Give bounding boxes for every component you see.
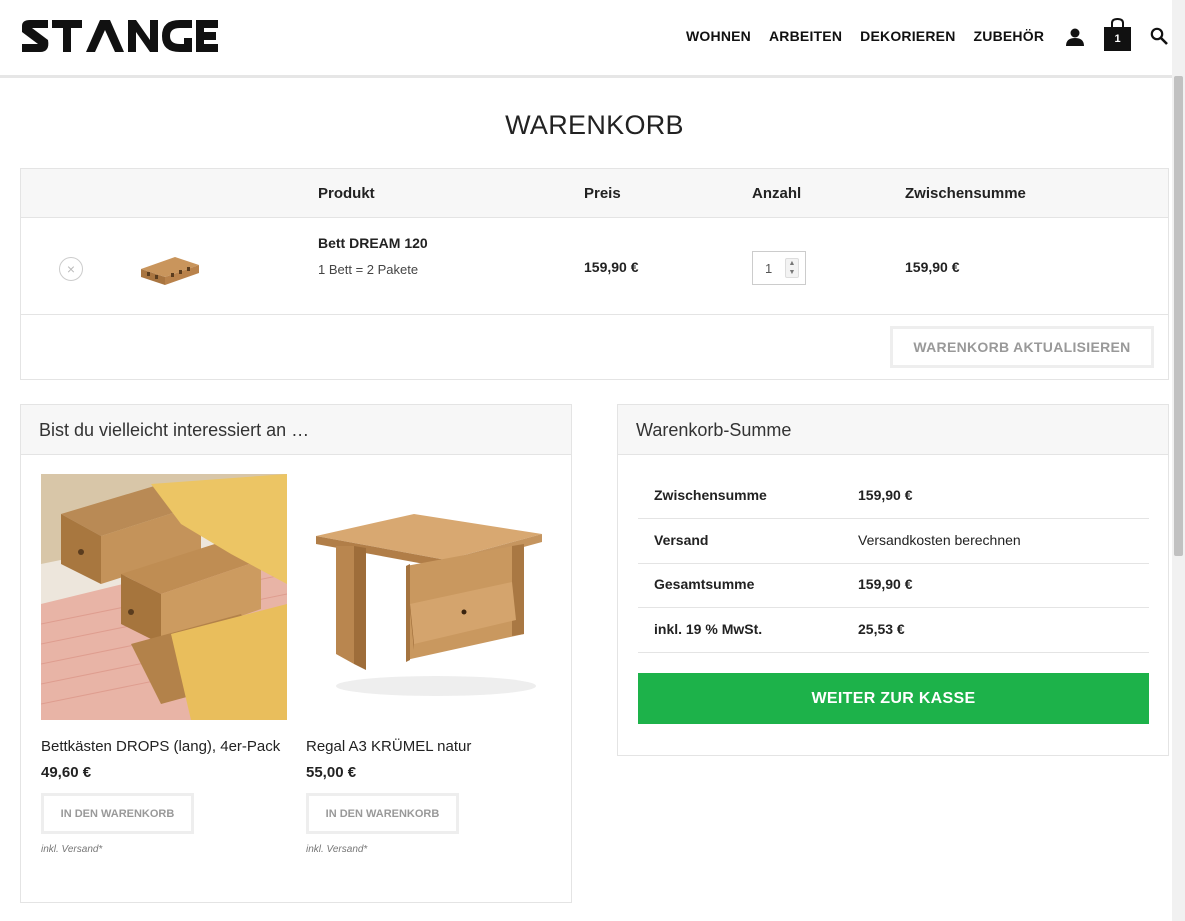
- search-icon[interactable]: [1150, 27, 1168, 45]
- product-card-price: 55,00 €: [306, 764, 357, 781]
- nav-dekorieren[interactable]: DEKORIEREN: [860, 28, 955, 44]
- column-header-price: Preis: [584, 185, 621, 202]
- cart-totals-header: Warenkorb-Summe: [618, 405, 1168, 455]
- totals-value: 25,53 €: [858, 621, 905, 637]
- product-thumbnail-bed[interactable]: [137, 251, 201, 287]
- site-header: WOHNEN ARBEITEN DEKORIEREN ZUBEHÖR 1: [0, 0, 1172, 78]
- product-image-bettkaesten[interactable]: [40, 474, 288, 720]
- product-card-price: 49,60 €: [41, 764, 92, 781]
- totals-label: Versand: [654, 532, 709, 548]
- cart-table: Produkt Preis Anzahl Zwischensumme × Bet…: [20, 168, 1169, 380]
- quantity-spin-buttons[interactable]: ▲ ▼: [785, 258, 799, 278]
- add-to-cart-button[interactable]: IN DEN WARENKORB: [306, 793, 459, 834]
- quantity-stepper[interactable]: 1 ▲ ▼: [752, 251, 806, 285]
- quantity-value[interactable]: 1: [765, 261, 772, 276]
- cross-sells-header: Bist du vielleicht interessiert an …: [21, 405, 571, 455]
- nav-wohnen[interactable]: WOHNEN: [686, 28, 751, 44]
- shipping-note: inkl. Versand*: [41, 844, 103, 855]
- main-nav: WOHNEN ARBEITEN DEKORIEREN ZUBEHÖR: [686, 28, 1044, 44]
- calculate-shipping-link[interactable]: Versandkosten berechnen: [858, 532, 1021, 548]
- user-icon[interactable]: [1065, 28, 1085, 46]
- cart-item-subtotal: 159,90 €: [905, 259, 960, 275]
- stange-logo[interactable]: [20, 18, 220, 54]
- column-header-quantity: Anzahl: [752, 185, 802, 202]
- nav-zubehoer[interactable]: ZUBEHÖR: [974, 28, 1045, 44]
- checkout-button[interactable]: WEITER ZUR KASSE: [638, 673, 1149, 724]
- product-card-name[interactable]: Bettkästen DROPS (lang), 4er-Pack: [41, 737, 287, 756]
- product-card: Bettkästen DROPS (lang), 4er-Pack 49,60 …: [40, 474, 288, 855]
- cart-table-header: Produkt Preis Anzahl Zwischensumme: [21, 169, 1168, 218]
- page-title: WARENKORB: [505, 110, 684, 140]
- totals-value: 159,90 €: [858, 487, 913, 503]
- totals-label: Zwischensumme: [654, 487, 767, 503]
- totals-row-tax: inkl. 19 % MwSt. 25,53 €: [638, 608, 1149, 653]
- shipping-note: inkl. Versand*: [306, 844, 368, 855]
- product-card: Regal A3 KRÜMEL natur 55,00 € IN DEN WAR…: [306, 474, 552, 855]
- totals-value: 159,90 €: [858, 576, 913, 592]
- column-header-subtotal: Zwischensumme: [905, 185, 1026, 202]
- cross-sells-title: Bist du vielleicht interessiert an …: [39, 420, 310, 440]
- scrollbar-thumb[interactable]: [1174, 76, 1183, 556]
- update-cart-button[interactable]: WARENKORB AKTUALISIEREN: [890, 326, 1154, 368]
- cart-count-badge[interactable]: 1: [1104, 27, 1131, 51]
- totals-label: inkl. 19 % MwSt.: [654, 621, 763, 637]
- cart-item-name[interactable]: Bett DREAM 120: [318, 235, 428, 251]
- cross-sells-panel: Bist du vielleicht interessiert an … Bet: [20, 404, 572, 903]
- product-image-regal-kruemel[interactable]: [306, 474, 552, 720]
- cart-totals-title: Warenkorb-Summe: [636, 420, 792, 440]
- remove-item-icon[interactable]: ×: [59, 257, 83, 281]
- column-header-product: Produkt: [318, 185, 375, 202]
- cart-totals-panel: Warenkorb-Summe Zwischensumme 159,90 € V…: [617, 404, 1169, 756]
- totals-row-total: Gesamtsumme 159,90 €: [638, 563, 1149, 608]
- divider: [21, 314, 1168, 315]
- page-scrollbar[interactable]: [1172, 0, 1185, 921]
- totals-row-subtotal: Zwischensumme 159,90 €: [638, 474, 1149, 519]
- cart-item-meta: 1 Bett = 2 Pakete: [318, 262, 419, 277]
- totals-label: Gesamtsumme: [654, 576, 755, 592]
- nav-arbeiten[interactable]: ARBEITEN: [769, 28, 842, 44]
- add-to-cart-button[interactable]: IN DEN WARENKORB: [41, 793, 194, 834]
- totals-row-shipping: Versand Versandkosten berechnen: [638, 519, 1149, 564]
- cart-item-price: 159,90 €: [584, 259, 639, 275]
- product-card-name[interactable]: Regal A3 KRÜMEL natur: [306, 737, 552, 756]
